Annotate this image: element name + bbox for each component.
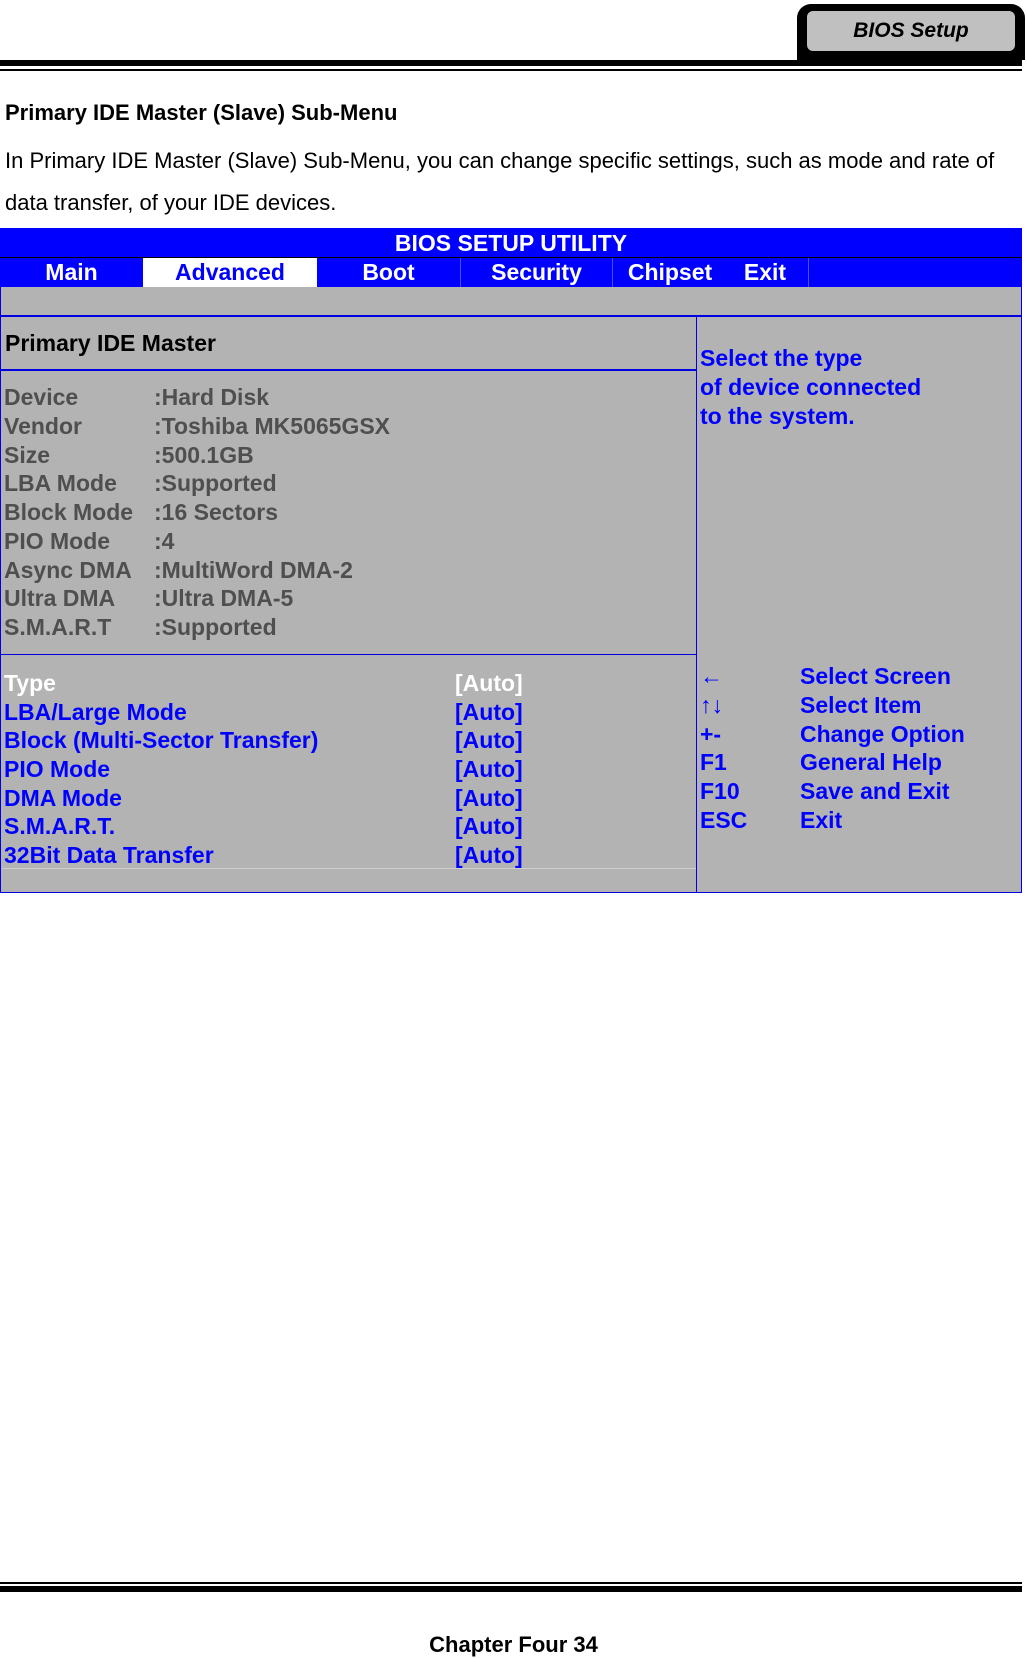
setting-block-multi-sector[interactable]: Block (Multi-Sector Transfer) [Auto] (4, 726, 694, 754)
key-name: F1 (700, 749, 727, 775)
info-value: :Supported (154, 470, 277, 496)
setting-value[interactable]: [Auto] (455, 726, 523, 754)
key-description: Change Option (800, 721, 965, 747)
setting-lba-large-mode[interactable]: LBA/Large Mode [Auto] (4, 698, 694, 726)
info-value: :16 Sectors (154, 499, 279, 525)
key-description: Select Screen (800, 663, 951, 689)
tab-chipset[interactable]: Chipset (620, 258, 720, 287)
help-line: Select the type (700, 345, 863, 371)
info-label: Ultra DMA (4, 585, 116, 611)
info-label: Async DMA (4, 557, 132, 583)
info-value: :Toshiba MK5065GSX (154, 413, 391, 439)
device-info-row: Async DMA :MultiWord DMA-2 (4, 556, 353, 585)
panel-divider-vertical (696, 316, 697, 892)
tab-advanced[interactable]: Advanced (143, 258, 317, 287)
setting-value[interactable]: [Auto] (455, 784, 523, 812)
setting-label: S.M.A.R.T. (4, 813, 116, 839)
info-value: :MultiWord DMA-2 (154, 557, 353, 583)
panel-divider (0, 654, 697, 655)
footer-rule-thin (0, 1582, 1022, 1584)
info-label: S.M.A.R.T (4, 614, 112, 640)
bios-title-bar: BIOS SETUP UTILITY (0, 228, 1022, 258)
setting-value[interactable]: [Auto] (455, 755, 523, 783)
left-arrow-icon: ← (700, 663, 723, 689)
setting-label: LBA/Large Mode (4, 699, 187, 725)
help-line: to the system. (700, 403, 855, 429)
panel-divider (0, 315, 1022, 317)
device-info-row: PIO Mode :4 (4, 527, 174, 556)
info-value: :500.1GB (154, 442, 254, 468)
setting-value[interactable]: [Auto] (455, 698, 523, 726)
setting-32bit-data-transfer[interactable]: 32Bit Data Transfer [Auto] (4, 841, 694, 869)
setting-pio-mode[interactable]: PIO Mode [Auto] (4, 755, 694, 783)
bios-tab-bar: Main Advanced Boot Security Chipset Exit (0, 258, 1022, 287)
help-text: Select the type of device connected to t… (700, 344, 921, 431)
device-info-row: S.M.A.R.T :Supported (4, 613, 277, 642)
key-name: F10 (700, 778, 740, 804)
footer-rule-thick (0, 1586, 1022, 1592)
tab-main[interactable]: Main (0, 258, 143, 287)
header-rule-thin (0, 69, 1022, 71)
page-footer: Chapter Four 34 (429, 1632, 598, 1657)
setting-type[interactable]: Type [Auto] (4, 669, 694, 697)
setting-dma-mode[interactable]: DMA Mode [Auto] (4, 784, 694, 812)
setting-label: Block (Multi-Sector Transfer) (4, 727, 319, 753)
header-tab-label: BIOS Setup (805, 9, 1017, 53)
tab-security[interactable]: Security (461, 258, 612, 287)
device-info-row: LBA Mode :Supported (4, 469, 277, 498)
info-label: Vendor (4, 413, 82, 439)
device-info-row: Block Mode :16 Sectors (4, 498, 278, 527)
setting-smart[interactable]: S.M.A.R.T. [Auto] (4, 812, 694, 840)
info-value: :Hard Disk (154, 384, 270, 410)
tab-separator (612, 258, 613, 287)
info-label: Device (4, 384, 79, 410)
setting-value[interactable]: [Auto] (455, 812, 523, 840)
key-description: General Help (800, 749, 942, 775)
info-label: Size (4, 442, 51, 468)
tab-exit[interactable]: Exit (730, 258, 800, 287)
up-down-arrow-icon: ↑↓ (700, 692, 723, 718)
device-info-row: Device :Hard Disk (4, 383, 269, 412)
key-description: Save and Exit (800, 778, 950, 804)
setting-label: Type (4, 670, 56, 696)
intro-paragraph: In Primary IDE Master (Slave) Sub-Menu, … (5, 148, 995, 215)
header-rule-thick (0, 60, 1022, 66)
info-label: PIO Mode (4, 528, 111, 554)
tab-boot[interactable]: Boot (317, 258, 460, 287)
setting-label: DMA Mode (4, 785, 122, 811)
info-value: :Supported (154, 614, 277, 640)
tab-separator (808, 258, 809, 287)
setting-value[interactable]: [Auto] (455, 669, 523, 697)
setting-label: 32Bit Data Transfer (4, 842, 214, 868)
key-description: Select Item (800, 692, 922, 718)
device-info-row: Size :500.1GB (4, 441, 254, 470)
key-description: Exit (800, 807, 843, 833)
key-name: +- (700, 721, 722, 747)
setting-label: PIO Mode (4, 756, 111, 782)
device-info-row: Ultra DMA :Ultra DMA-5 (4, 584, 293, 613)
device-info-row: Vendor :Toshiba MK5065GSX (4, 412, 390, 441)
info-value: :Ultra DMA-5 (154, 585, 294, 611)
info-label: LBA Mode (4, 470, 117, 496)
section-title: Primary IDE Master (Slave) Sub-Menu (5, 100, 398, 125)
key-name: ESC (700, 807, 748, 833)
info-value: :4 (154, 528, 175, 554)
panel-divider (0, 369, 697, 371)
info-label: Block Mode (4, 499, 134, 525)
setting-value[interactable]: [Auto] (455, 841, 523, 869)
help-line: of device connected (700, 374, 922, 400)
pane-title: Primary IDE Master (5, 330, 216, 356)
